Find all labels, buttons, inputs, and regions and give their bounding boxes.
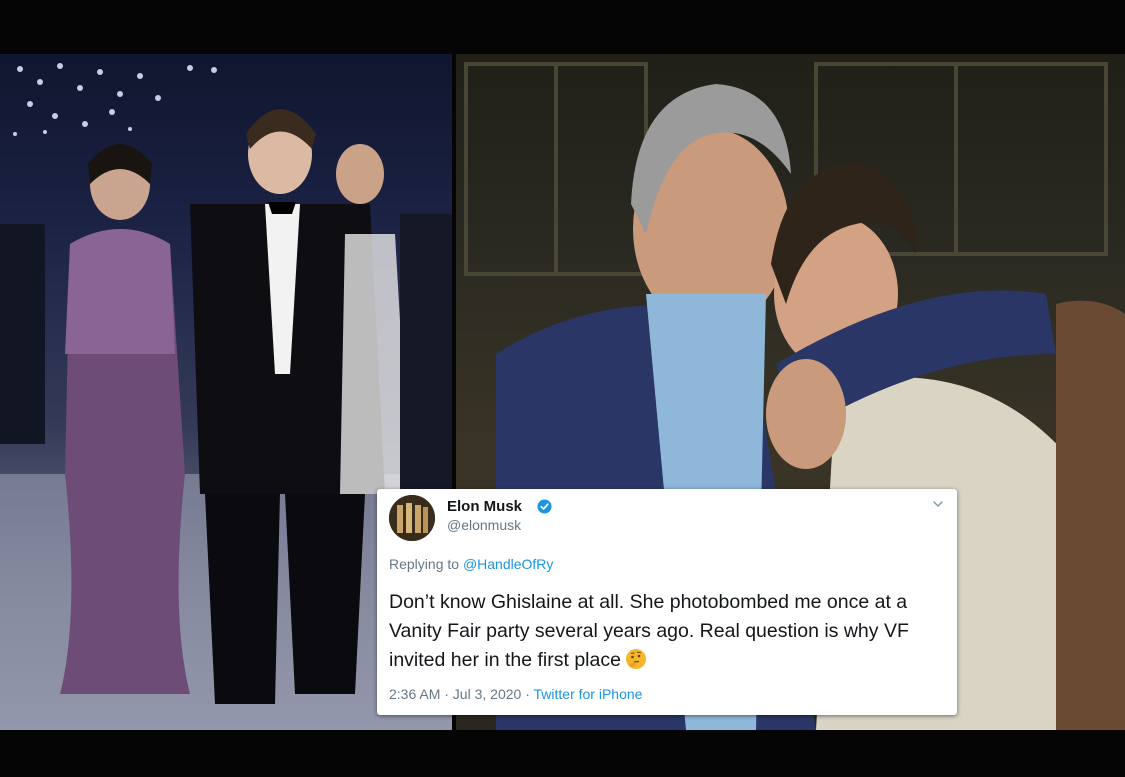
verified-icon: [537, 499, 552, 514]
replying-to: Replying to @HandleOfRy: [389, 556, 553, 572]
chevron-down-icon[interactable]: [931, 497, 945, 511]
display-name[interactable]: Elon Musk: [447, 498, 522, 515]
tweet-text: Don’t know Ghislaine at all. She photobo…: [389, 588, 947, 675]
thinking-face-icon: [625, 649, 646, 669]
tweet-source[interactable]: Twitter for iPhone: [534, 686, 643, 702]
avatar[interactable]: [389, 495, 435, 541]
replying-handle-link[interactable]: @HandleOfRy: [463, 556, 553, 572]
tweet-timestamp[interactable]: 2:36 AM · Jul 3, 2020 ·: [389, 686, 534, 702]
replying-prefix: Replying to: [389, 556, 463, 572]
tweet-card[interactable]: Elon Musk @elonmusk Replying to @HandleO…: [377, 489, 957, 715]
avatar-image: [389, 495, 435, 541]
tweet-meta: 2:36 AM · Jul 3, 2020 · Twitter for iPho…: [389, 686, 642, 702]
user-handle[interactable]: @elonmusk: [447, 517, 521, 533]
tweet-body: Don’t know Ghislaine at all. She photobo…: [389, 591, 909, 671]
